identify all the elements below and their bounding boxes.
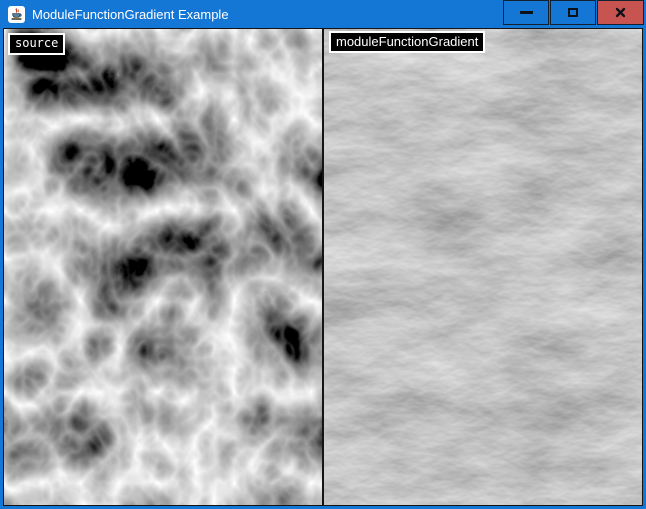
panel-module-function-gradient: moduleFunctionGradient	[324, 29, 642, 505]
java-icon	[8, 6, 25, 23]
close-button[interactable]	[597, 0, 644, 25]
maximize-icon	[568, 8, 578, 17]
module-function-gradient-label: moduleFunctionGradient	[329, 31, 485, 53]
close-icon	[615, 7, 626, 18]
java-coffee-cup-glyph	[10, 8, 23, 21]
source-texture-image	[4, 29, 322, 505]
module-function-gradient-texture-image	[324, 29, 642, 505]
window-controls	[503, 0, 646, 25]
panel-source: source	[4, 29, 322, 505]
window-title: ModuleFunctionGradient Example	[32, 7, 229, 22]
content-area: source moduleFunctionGradient	[3, 28, 643, 506]
title-bar[interactable]: ModuleFunctionGradient Example	[0, 0, 646, 28]
minimize-icon	[520, 11, 533, 14]
minimize-button[interactable]	[503, 0, 549, 25]
source-label: source	[8, 33, 65, 55]
maximize-button[interactable]	[550, 0, 596, 25]
app-window: ModuleFunctionGradient Example source	[0, 0, 646, 509]
